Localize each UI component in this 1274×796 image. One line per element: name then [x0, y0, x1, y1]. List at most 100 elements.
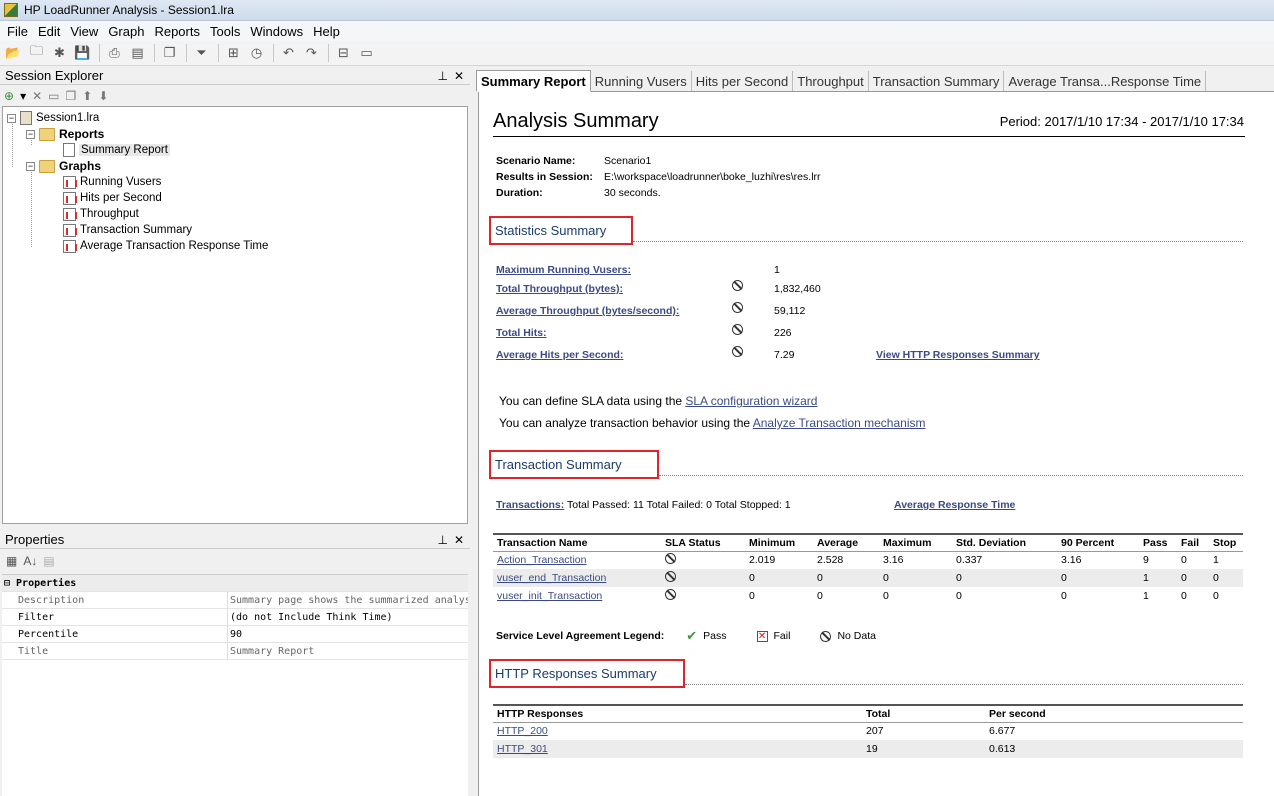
rename-icon[interactable]: ▭	[48, 89, 59, 103]
import-icon[interactable]: ✱	[49, 43, 70, 64]
tree-item-label: Transaction Summary	[80, 224, 193, 236]
add-item-icon[interactable]: ⊕	[4, 89, 14, 103]
property-row[interactable]: Title Summary Report	[2, 643, 468, 660]
legend-fail: Fail	[773, 630, 791, 642]
stat-label[interactable]: Total Hits:	[496, 327, 547, 339]
property-value[interactable]: Summary page shows the summarized analys	[228, 592, 468, 608]
dropdown-icon[interactable]: ▾	[20, 89, 26, 103]
table-cell: 0	[813, 569, 879, 587]
tab-throughput[interactable]: Throughput	[793, 71, 869, 91]
close-icon[interactable]: ✕	[454, 533, 464, 547]
table-row: HTTP_200 207 6.677	[493, 722, 1243, 740]
tab-summary-report[interactable]: Summary Report	[476, 70, 591, 92]
tree-item-hits-per-second[interactable]: Hits per Second	[63, 190, 162, 206]
menu-view[interactable]: View	[65, 24, 103, 39]
collapse-icon[interactable]: ⊟	[4, 578, 10, 589]
table-cell[interactable]: Action_Transaction	[493, 551, 661, 569]
transaction-link[interactable]: vuser_end_Transaction	[497, 572, 606, 584]
menu-help[interactable]: Help	[308, 24, 345, 39]
move-up-icon[interactable]: ⬆	[82, 89, 92, 103]
column-header: HTTP Responses	[493, 704, 862, 723]
collapse-icon[interactable]: −	[26, 161, 35, 171]
property-value[interactable]: 90	[228, 626, 468, 642]
schedule-icon[interactable]: ◷	[246, 43, 267, 64]
cross-result-icon[interactable]: ⊞	[223, 43, 244, 64]
tree-item-graphs[interactable]: − Graphs	[26, 158, 101, 174]
tab-transaction-summary[interactable]: Transaction Summary	[869, 71, 1005, 91]
open-session-icon[interactable]: 📂	[3, 43, 24, 64]
tree-item-avg-transaction-response-time[interactable]: Average Transaction Response Time	[63, 238, 268, 254]
stat-label[interactable]: Total Throughput (bytes):	[496, 283, 623, 295]
results-value: E:\workspace\loadrunner\boke_luzhi\res\r…	[604, 171, 821, 183]
tab-running-vusers[interactable]: Running Vusers	[591, 71, 692, 91]
table-cell[interactable]: HTTP_301	[493, 740, 862, 758]
redo-icon[interactable]: ↷	[301, 43, 322, 64]
stat-link[interactable]: Total Hits:	[496, 327, 547, 339]
transaction-link[interactable]: Action_Transaction	[497, 554, 587, 566]
new-session-icon[interactable]: 🗀	[26, 43, 47, 64]
table-cell[interactable]: HTTP_200	[493, 722, 862, 740]
summary-report-view: Analysis Summary Period: 2017/1/10 17:34…	[478, 92, 1274, 796]
categorized-icon[interactable]: ▦	[6, 554, 17, 568]
undo-icon[interactable]: ↶	[278, 43, 299, 64]
export-report-icon[interactable]: ▤	[127, 43, 148, 64]
property-row[interactable]: Percentile 90	[2, 626, 468, 643]
stat-link[interactable]: Average Hits per Second:	[496, 349, 623, 361]
stat-label[interactable]: Average Hits per Second:	[496, 349, 623, 361]
property-key: Description	[2, 592, 228, 608]
stat-link[interactable]: Total Throughput (bytes):	[496, 283, 623, 295]
menu-file[interactable]: File	[2, 24, 33, 39]
property-category[interactable]: ⊟ Properties	[2, 575, 468, 592]
menu-graph[interactable]: Graph	[103, 24, 149, 39]
property-row[interactable]: Filter (do not Include Think Time)	[2, 609, 468, 626]
table-cell[interactable]: vuser_init_Transaction	[493, 587, 661, 605]
sla-wizard-link[interactable]: SLA configuration wizard	[685, 394, 817, 408]
tree-item-reports[interactable]: − Reports	[26, 126, 104, 142]
property-value[interactable]: Summary Report	[228, 643, 468, 659]
outline-icon[interactable]: ▭	[356, 43, 377, 64]
duplicate-icon[interactable]: ❐	[66, 89, 77, 103]
collapse-icon[interactable]: −	[26, 129, 35, 139]
pane-splitter[interactable]	[470, 66, 476, 796]
stat-label[interactable]: Maximum Running Vusers:	[496, 264, 631, 276]
http-response-link[interactable]: HTTP_200	[497, 725, 548, 737]
pin-icon[interactable]: ⊥	[437, 533, 447, 547]
filter-icon[interactable]: ⏷	[191, 43, 212, 64]
property-value[interactable]: (do not Include Think Time)	[228, 609, 468, 625]
table-header-row: Transaction Name SLA Status Minimum Aver…	[493, 533, 1243, 552]
tree-item-throughput[interactable]: Throughput	[63, 206, 139, 222]
collapse-icon[interactable]: −	[7, 113, 16, 123]
stat-link[interactable]: Average Throughput (bytes/second):	[496, 305, 679, 317]
stat-link[interactable]: Maximum Running Vusers:	[496, 264, 631, 276]
sort-alpha-icon[interactable]: A↓	[23, 554, 37, 568]
sla-icon[interactable]: ⊟	[333, 43, 354, 64]
tree-item-summary-report[interactable]: Summary Report	[63, 142, 170, 158]
move-down-icon[interactable]: ⬇	[98, 89, 108, 103]
table-cell[interactable]: vuser_end_Transaction	[493, 569, 661, 587]
transaction-link[interactable]: vuser_init_Transaction	[497, 590, 602, 602]
http-response-link[interactable]: HTTP_301	[497, 743, 548, 755]
menu-windows[interactable]: Windows	[245, 24, 308, 39]
copy-graph-icon[interactable]: ❐	[159, 43, 180, 64]
stat-label[interactable]: Average Throughput (bytes/second):	[496, 305, 679, 317]
avg-response-time-link[interactable]: Average Response Time	[894, 499, 1015, 511]
menu-reports[interactable]: Reports	[149, 24, 205, 39]
transactions-link[interactable]: Transactions:	[496, 499, 564, 511]
tree-item-running-vusers[interactable]: Running Vusers	[63, 174, 161, 190]
tree-root[interactable]: − Session1.lra	[7, 110, 99, 126]
close-icon[interactable]: ✕	[454, 69, 464, 83]
menu-edit[interactable]: Edit	[33, 24, 65, 39]
property-row[interactable]: Description Summary page shows the summa…	[2, 592, 468, 609]
delete-icon[interactable]: ✕	[32, 89, 42, 103]
table-cell: 19	[862, 740, 985, 758]
menu-tools[interactable]: Tools	[205, 24, 245, 39]
pin-icon[interactable]: ⊥	[437, 69, 447, 83]
analyze-transaction-link[interactable]: Analyze Transaction mechanism	[753, 416, 926, 430]
tab-hits-per-second[interactable]: Hits per Second	[692, 71, 794, 91]
property-pages-icon[interactable]: ▤	[43, 554, 54, 568]
http-summary-link[interactable]: View HTTP Responses Summary	[876, 349, 1040, 361]
save-icon[interactable]: 💾	[72, 43, 93, 64]
tab-avg-transaction-response-time[interactable]: Average Transa...Response Time	[1004, 71, 1207, 91]
print-icon[interactable]: ⎙	[104, 43, 125, 64]
tree-item-transaction-summary[interactable]: Transaction Summary	[63, 222, 192, 238]
